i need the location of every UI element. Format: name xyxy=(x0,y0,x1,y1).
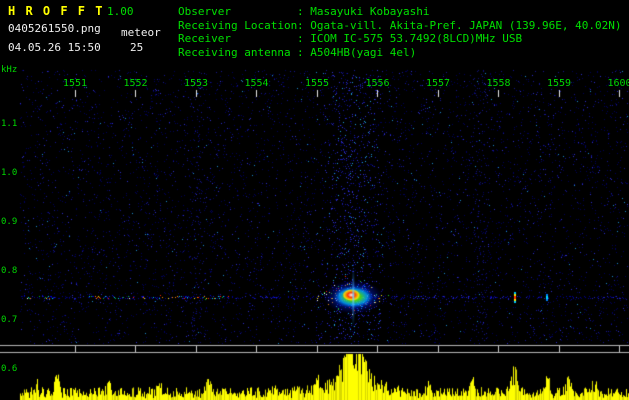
info-value: : A504HB(yagi 4el) xyxy=(297,45,417,59)
freq-label-0.6: 0.6 xyxy=(1,364,18,374)
info-label: Receiving Location xyxy=(178,18,298,32)
info-row-3: Receiving antenna : A504HB(yagi 4el) xyxy=(178,46,622,60)
time-label-1556: 1556 xyxy=(365,78,390,89)
info-row-1: Receiving Location: Ogata-vill. Akita-Pr… xyxy=(178,19,622,33)
time-label-1551: 1551 xyxy=(62,78,88,89)
info-label: Receiver xyxy=(178,32,231,45)
time-label-1553: 1553 xyxy=(183,78,209,89)
app-version: 1.00 xyxy=(107,5,134,18)
freq-label-1.1: 1.1 xyxy=(1,119,18,129)
info-label: Receiving antenna xyxy=(178,45,291,59)
hrofft-window: H R O F F T 1.00 0405261550.png meteor 0… xyxy=(0,0,629,400)
meteor-count: 25 xyxy=(130,41,144,54)
freq-label-0.8: 0.8 xyxy=(1,266,18,276)
info-row-2: Receiver : ICOM IC-575 53.7492(8LCD)MHz U… xyxy=(178,32,622,46)
time-label-1558: 1558 xyxy=(486,78,511,89)
time-label-1559: 1559 xyxy=(546,78,572,89)
time-label-1600: 1600 xyxy=(607,78,629,89)
freq-label-1.0: 1.0 xyxy=(1,168,18,178)
info-row-0: Observer : Masayuki Kobayashi xyxy=(178,5,622,19)
time-label-1555: 1555 xyxy=(304,78,330,89)
info-value: : ICOM IC-575 53.7492(8LCD)MHz USB xyxy=(297,32,523,45)
freq-unit-label: kHz xyxy=(1,65,18,75)
spectrogram-canvas xyxy=(0,0,629,400)
meteor-mode-label: meteor xyxy=(121,26,161,39)
app-title: H R O F F T xyxy=(8,4,104,18)
freq-label-0.7: 0.7 xyxy=(1,315,18,325)
info-value: : Ogata-vill. Akita-Pref. JAPAN (139.96E… xyxy=(297,18,622,32)
time-label-1552: 1552 xyxy=(123,78,148,89)
datetime: 04.05.26 15:50 xyxy=(8,41,101,54)
time-label-1557: 1557 xyxy=(425,78,451,89)
info-label: Observer xyxy=(178,5,231,18)
filename: 0405261550.png xyxy=(8,22,101,35)
time-label-1554: 1554 xyxy=(244,78,269,89)
observer-info: Observer : Masayuki Kobayashi Receiving Lo… xyxy=(178,5,622,59)
info-value: : Masayuki Kobayashi xyxy=(297,5,430,18)
freq-label-0.9: 0.9 xyxy=(1,217,18,227)
